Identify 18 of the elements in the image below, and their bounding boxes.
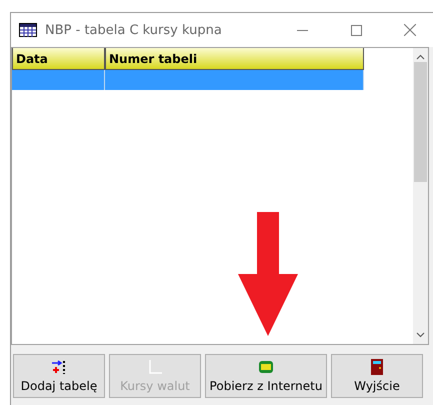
scrollbar[interactable]: [413, 48, 428, 344]
toolbar-button[interactable]: Pobierz z Internetu: [205, 354, 327, 398]
maximize-icon: [350, 24, 362, 36]
toolbar-button[interactable]: Wyjście: [331, 354, 423, 398]
window-title: NBP - tabela C kursy kupna: [45, 22, 223, 38]
scroll-down-icon: [416, 332, 425, 338]
door-icon: [371, 359, 383, 375]
scroll-thumb[interactable]: [414, 62, 427, 182]
scroll-up-icon: [416, 54, 425, 60]
column-header[interactable]: Data: [12, 48, 105, 70]
toolbar-button[interactable]: Dodaj tabelę: [13, 354, 105, 398]
column-header[interactable]: Numer tabeli: [105, 48, 364, 70]
table-cell[interactable]: [105, 70, 364, 90]
close-icon: [404, 24, 416, 36]
add-arrow-icon: [51, 359, 67, 375]
axes-icon: [147, 359, 163, 375]
table-icon: [19, 23, 37, 37]
table-cell[interactable]: [12, 70, 105, 90]
